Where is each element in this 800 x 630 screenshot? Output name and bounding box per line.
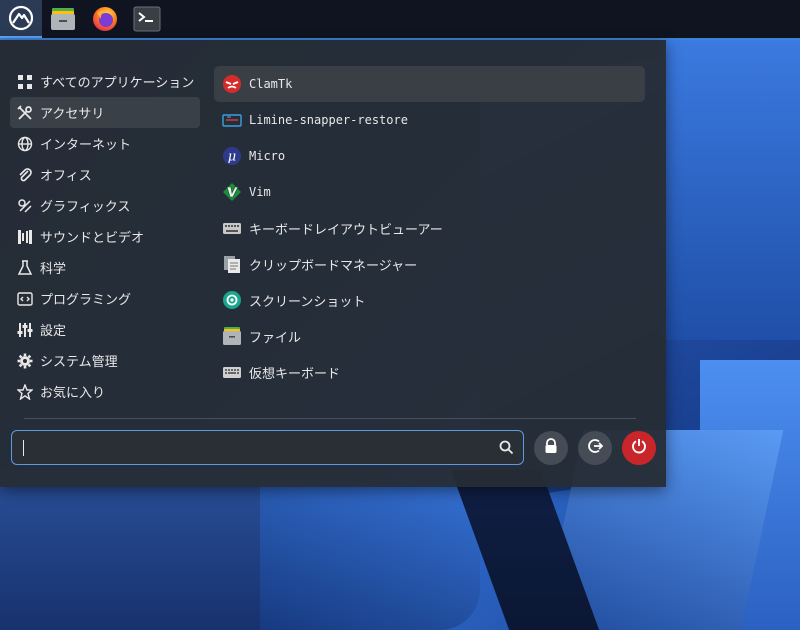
category-science[interactable]: 科学: [10, 252, 200, 283]
terminal-icon: [133, 6, 161, 32]
file-manager-icon: [49, 6, 77, 32]
micro-icon: μ: [222, 146, 242, 166]
taskbar-terminal[interactable]: [126, 0, 168, 38]
category-label: すべてのアプリケーション: [40, 76, 195, 91]
palette-icon: [16, 197, 34, 215]
app-limine-snapper-restore[interactable]: Limine-snapper-restore: [214, 102, 645, 138]
logout-button[interactable]: [578, 431, 612, 465]
film-icon: [16, 228, 34, 246]
taskbar-file-manager[interactable]: [42, 0, 84, 38]
app-label: 仮想キーボード: [249, 366, 341, 382]
category-accessories[interactable]: アクセサリ: [10, 97, 200, 128]
category-office[interactable]: オフィス: [10, 159, 200, 190]
code-icon: [16, 290, 34, 308]
app-clipboard-manager[interactable]: クリップボードマネージャー: [214, 246, 645, 282]
start-menu-button[interactable]: [0, 0, 42, 38]
category-label: インターネット: [40, 138, 132, 153]
taskbar: [0, 0, 800, 40]
app-keyboard-layout-viewer[interactable]: キーボードレイアウトビューアー: [214, 210, 645, 246]
app-virtual-keyboard[interactable]: 仮想キーボード: [214, 354, 645, 390]
gear-icon: [16, 352, 34, 370]
app-label: スクリーンショット: [249, 294, 366, 310]
text-cursor: [23, 440, 24, 456]
power-button[interactable]: [622, 431, 656, 465]
category-all-applications[interactable]: すべてのアプリケーション: [10, 66, 200, 97]
power-icon: [631, 438, 647, 458]
star-icon: [16, 383, 34, 401]
taskbar-firefox[interactable]: [84, 0, 126, 38]
category-settings[interactable]: 設定: [10, 314, 200, 345]
app-label: クリップボードマネージャー: [249, 258, 418, 274]
app-files[interactable]: ファイル: [214, 318, 645, 354]
category-label: オフィス: [40, 169, 92, 184]
category-label: システム管理: [40, 355, 118, 370]
virtual-keyboard-icon: [222, 362, 242, 382]
app-list: ClamTk Limine-snapper-restore μ Micro Vi…: [214, 66, 645, 390]
files-icon: [222, 326, 242, 346]
category-label: お気に入り: [40, 386, 106, 401]
category-label: サウンドとビデオ: [40, 231, 145, 246]
lock-icon: [544, 438, 558, 458]
category-favorites[interactable]: お気に入り: [10, 376, 200, 407]
vim-icon: [222, 182, 242, 202]
screenshot-icon: [222, 290, 242, 310]
category-label: プログラミング: [40, 293, 132, 308]
lock-screen-button[interactable]: [534, 431, 568, 465]
distro-logo-icon: [8, 5, 34, 31]
app-label: Vim: [249, 185, 271, 199]
category-system-admin[interactable]: システム管理: [10, 345, 200, 376]
snapper-icon: [222, 110, 242, 130]
keyboard-icon: [222, 218, 242, 238]
category-programming[interactable]: プログラミング: [10, 283, 200, 314]
app-clamtk[interactable]: ClamTk: [214, 66, 645, 102]
search-icon[interactable]: [499, 440, 514, 459]
clamtk-icon: [222, 74, 242, 94]
flask-icon: [16, 259, 34, 277]
category-label: グラフィックス: [40, 200, 131, 215]
app-label: Micro: [249, 149, 286, 163]
grid-icon: [16, 73, 34, 91]
app-label: Limine-snapper-restore: [249, 113, 408, 127]
menu-divider: [24, 418, 636, 419]
category-label: 科学: [40, 262, 67, 277]
category-internet[interactable]: インターネット: [10, 128, 200, 159]
firefox-icon: [91, 5, 119, 33]
app-micro[interactable]: μ Micro: [214, 138, 645, 174]
svg-text:μ: μ: [228, 150, 236, 165]
category-graphics[interactable]: グラフィックス: [10, 190, 200, 221]
search-input[interactable]: [20, 436, 494, 460]
logout-icon: [587, 438, 604, 458]
category-list: すべてのアプリケーション アクセサリ インターネット オフィス グラフィックス …: [10, 66, 200, 407]
paperclip-icon: [16, 166, 34, 184]
category-sound-video[interactable]: サウンドとビデオ: [10, 221, 200, 252]
tools-icon: [16, 104, 34, 122]
globe-icon: [16, 135, 34, 153]
app-label: ClamTk: [249, 77, 293, 91]
search-box[interactable]: [11, 430, 524, 465]
category-label: アクセサリ: [40, 107, 105, 122]
app-label: キーボードレイアウトビューアー: [249, 222, 443, 238]
category-label: 設定: [40, 324, 67, 339]
application-menu: すべてのアプリケーション アクセサリ インターネット オフィス グラフィックス …: [0, 40, 666, 487]
app-label: ファイル: [249, 330, 302, 346]
sliders-icon: [16, 321, 34, 339]
app-screenshot[interactable]: スクリーンショット: [214, 282, 645, 318]
app-vim[interactable]: Vim: [214, 174, 645, 210]
clipboard-icon: [222, 254, 242, 274]
